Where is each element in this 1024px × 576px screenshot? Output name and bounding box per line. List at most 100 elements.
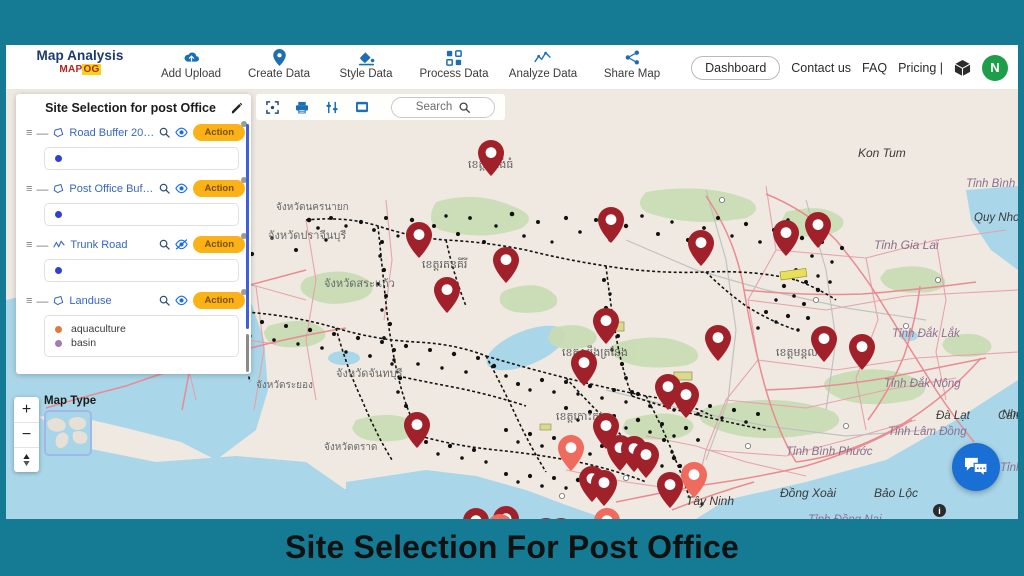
caption-text: Site Selection For Post Office [284,529,740,565]
collapse-icon[interactable]: — [36,126,48,140]
map-pin-icon [236,48,322,67]
nav-process-data[interactable]: Process Data [411,48,497,80]
brand-logo-accent: OG [82,64,101,75]
layer-legend [44,259,239,282]
nav-add-upload-label: Add Upload [160,68,222,80]
layer-legend [44,147,239,170]
faq-link[interactable]: FAQ [862,61,887,75]
avatar[interactable]: N [982,54,1008,81]
contact-us-link[interactable]: Contact us [791,61,851,75]
layer-legend [44,203,239,226]
chat-bubbles-icon [965,457,988,478]
search-placeholder: Search [415,101,453,113]
layer-row[interactable]: ≡ — Landuse Action [16,289,251,312]
zoom-to-layer-icon[interactable] [159,295,171,306]
layer-name[interactable]: Landuse [69,295,154,307]
layer-name[interactable]: Post Office Buffe... [69,183,154,195]
map-viewport[interactable]: จังหวัดปราจีนบุรี จังหวัดสระแก้ว จังหวัด… [6,90,1018,519]
panel-scrollbar-thumb[interactable] [246,124,249,329]
layer-row[interactable]: ≡ — Trunk Road Action [16,233,251,256]
nav-analyze-data[interactable]: Analyze Data [500,48,586,80]
zoom-controls: + − [14,397,39,472]
collapse-icon[interactable]: — [36,182,48,196]
drag-handle-icon[interactable]: ≡ [26,183,33,195]
legend-label: aquaculture [71,323,126,335]
share-icon [589,48,675,67]
polygon-icon [53,127,64,138]
legend-row: basin [55,336,228,350]
legend-row [55,266,228,275]
layer-action-button[interactable]: Action [193,233,247,253]
paint-bucket-icon [323,48,409,67]
nav-add-upload[interactable]: Add Upload [148,48,234,80]
brand-logo[interactable]: Map Analysis MAPOG [14,48,146,75]
drag-handle-icon[interactable]: ≡ [26,127,33,139]
dashboard-button[interactable]: Dashboard [691,55,781,80]
legend-panel-icon[interactable] [355,101,369,113]
nav-style-data[interactable]: Style Data [323,48,409,80]
pencil-icon[interactable] [231,102,243,114]
map-type-control[interactable]: Map Type [44,395,96,456]
compass-north-icon[interactable] [14,447,39,472]
brand-logo-main: MAP [59,64,83,75]
info-badge[interactable]: i [933,504,946,517]
legend-row [55,210,228,219]
layer-name[interactable]: Trunk Road [70,239,154,251]
nav-create-data-label: Create Data [247,68,310,80]
screenshot-root: Map Analysis MAPOG Add Upload Create Dat… [0,0,1024,576]
top-navbar: Map Analysis MAPOG Add Upload Create Dat… [6,45,1018,90]
layer-name[interactable]: Road Buffer 200 ... [69,127,154,139]
layer-legend: aquaculture basin [44,315,239,357]
fullscreen-icon[interactable] [266,100,279,114]
nav-share-map-label: Share Map [603,68,661,80]
pricing-link[interactable]: Pricing | [898,61,943,75]
zoom-to-layer-icon[interactable] [159,183,171,194]
visibility-icon[interactable] [175,295,189,306]
layer-panel-header: Site Selection for post Office [16,94,251,121]
layer-row[interactable]: ≡ — Post Office Buffe... Action [16,177,251,200]
map-type-thumbnail[interactable] [44,410,92,456]
legend-row: aquaculture [55,322,228,336]
layer-action-button[interactable]: Action [193,289,247,309]
print-icon[interactable] [295,101,309,114]
cube-3d-icon[interactable] [954,59,971,77]
legend-row [55,154,228,163]
app-window: Map Analysis MAPOG Add Upload Create Dat… [6,45,1018,519]
navbar-right-group: Dashboard Contact us FAQ Pricing | N [691,45,1008,90]
drag-handle-icon[interactable]: ≡ [26,295,33,307]
layer-panel[interactable]: Site Selection for post Office ≡ — Road … [16,94,251,374]
compare-slider-icon[interactable] [325,101,339,114]
polygon-icon [53,183,64,194]
nav-share-map[interactable]: Share Map [589,48,675,80]
nav-analyze-data-label: Analyze Data [508,68,578,80]
visibility-icon[interactable] [175,127,189,138]
legend-swatch [55,325,62,333]
layer-action-button[interactable]: Action [193,177,247,197]
drag-handle-icon[interactable]: ≡ [26,239,33,251]
visibility-off-icon[interactable] [175,239,189,250]
legend-swatch [55,155,62,162]
process-grid-icon [411,48,497,67]
legend-swatch [55,211,62,218]
line-icon [53,239,66,250]
search-icon [459,101,471,113]
nav-create-data[interactable]: Create Data [236,48,322,80]
layer-panel-body: ≡ — Road Buffer 200 ... Action ≡ — Post … [16,121,251,374]
zoom-in-button[interactable]: + [14,397,39,422]
map-type-label: Map Type [44,395,97,407]
zoom-to-layer-icon[interactable] [159,127,171,138]
collapse-icon[interactable]: — [36,294,48,308]
layer-action-button[interactable]: Action [193,121,247,141]
layer-row[interactable]: ≡ — Road Buffer 200 ... Action [16,121,251,144]
collapse-icon[interactable]: — [36,238,48,252]
legend-swatch [55,267,62,274]
zoom-to-layer-icon[interactable] [159,239,171,250]
visibility-icon[interactable] [175,183,189,194]
chat-button[interactable] [952,443,1000,491]
zoom-out-button[interactable]: − [14,422,39,447]
legend-label: basin [71,337,97,349]
search-input[interactable]: Search [391,96,495,118]
brand-name: Map Analysis [36,48,124,63]
panel-scrollbar-track[interactable] [246,334,249,372]
panel-title: Site Selection for post Office [45,100,216,115]
